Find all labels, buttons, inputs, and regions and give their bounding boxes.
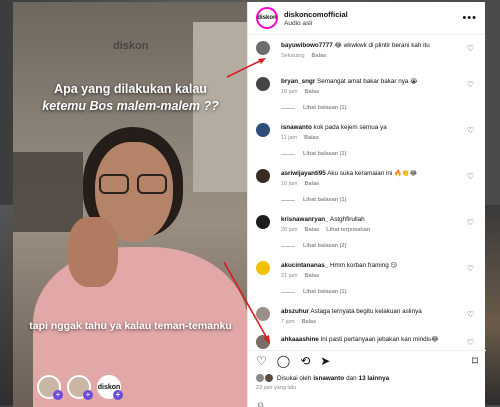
view-replies-link[interactable]: Lihat balasan (1) xyxy=(281,151,466,157)
audio-label[interactable]: Audio asli xyxy=(284,20,462,27)
collaborator-avatar-diskon[interactable]: diskon + xyxy=(97,375,123,400)
collaborator-avatar[interactable]: + xyxy=(37,375,63,400)
emoji-icon[interactable]: ☺ xyxy=(256,400,265,407)
video-watermark: diskon xyxy=(113,40,149,52)
collaborator-avatar[interactable]: + xyxy=(67,375,93,400)
commenter-avatar[interactable] xyxy=(256,307,270,321)
commenter-avatar[interactable] xyxy=(256,77,270,91)
heart-icon[interactable]: ♡ xyxy=(256,354,267,368)
view-replies-link[interactable]: Lihat balasan (1) xyxy=(281,289,466,295)
collaborator-avatars[interactable]: + + diskon + xyxy=(37,375,123,400)
reply-button[interactable]: Balas xyxy=(304,135,319,141)
comment-item: ahkaaashine Ini pasti pertanyaan jebakan… xyxy=(248,335,486,349)
comment-icon[interactable]: ◯ xyxy=(277,354,290,368)
comment-item: akucintananas_ Hmm korban framing 😏 21 j… xyxy=(248,261,486,295)
commenter-avatar[interactable] xyxy=(256,169,270,183)
commenter-avatar[interactable] xyxy=(256,41,270,55)
comment-item: bryan_sngr Semangat amat bakar bakar nya… xyxy=(248,77,486,111)
comment-item: abszuhur Astaga ternyata begitu kelakuan… xyxy=(248,307,486,325)
likes-summary[interactable]: Disukai oleh isnawanto dan 13 lainnya xyxy=(256,374,391,382)
more-options-icon[interactable]: ••• xyxy=(462,12,477,24)
background-left-strip xyxy=(0,205,14,405)
comment-item: isnawanto kok pada kejem semua ya 11 jam… xyxy=(248,123,486,157)
video-caption-line1: Apa yang dilakukan kalau xyxy=(54,82,207,96)
like-comment-icon[interactable]: ♡ xyxy=(467,310,474,319)
commenter-avatar[interactable] xyxy=(256,215,270,229)
other-likes-link[interactable]: 13 lainnya xyxy=(359,375,389,382)
share-icon[interactable]: ➤ xyxy=(320,354,330,368)
commenter-avatar[interactable] xyxy=(256,123,270,137)
like-comment-icon[interactable]: ♡ xyxy=(467,44,474,53)
like-comment-icon[interactable]: ♡ xyxy=(467,172,474,181)
post-action-bar: ♡ ◯ ⟲ ➤ ⌑ xyxy=(248,350,486,370)
comment-list: bayuwibowo7777 😂 wkwkwk di plintir beran… xyxy=(248,36,486,349)
liker-avatar xyxy=(265,374,273,382)
commenter-avatar[interactable] xyxy=(256,335,270,349)
view-replies-link[interactable]: Lihat balasan (1) xyxy=(281,105,466,111)
like-comment-icon[interactable]: ♡ xyxy=(467,218,474,227)
reply-button[interactable]: Balas xyxy=(305,227,320,233)
post-header: diskon diskoncomofficial Audio asli ••• xyxy=(248,2,485,35)
bookmark-icon[interactable]: ⌑ xyxy=(472,354,478,368)
account-avatar[interactable]: diskon xyxy=(256,7,278,29)
post-timestamp: 23 jam yang lalu xyxy=(256,385,297,391)
view-replies-link[interactable]: Lihat balasan (2) xyxy=(281,243,466,249)
reply-button[interactable]: Balas xyxy=(305,89,320,95)
reply-button[interactable]: Balas xyxy=(301,319,316,325)
like-comment-icon[interactable]: ♡ xyxy=(467,338,474,347)
reel-video[interactable]: diskon Apa yang dilakukan kalau ketemu B… xyxy=(13,2,248,407)
like-comment-icon[interactable]: ♡ xyxy=(467,126,474,135)
reply-button[interactable]: Balas xyxy=(312,53,327,59)
see-translation-link[interactable]: Lihat terjemahan xyxy=(326,227,370,233)
liker-avatar xyxy=(256,374,264,382)
comment-item: asriwijayanti95 Aku suka keramaian ini 🔥… xyxy=(248,169,486,203)
comments-panel: diskon diskoncomofficial Audio asli ••• … xyxy=(247,2,486,407)
view-replies-link[interactable]: Lihat balasan (1) xyxy=(281,197,466,203)
video-caption-bottom: tapi nggak tahu ya kalau teman-temanku xyxy=(29,320,232,332)
video-caption-line2: ketemu Bos malem-malem ?? xyxy=(42,99,219,113)
like-comment-icon[interactable]: ♡ xyxy=(467,80,474,89)
comment-item: bayuwibowo7777 😂 wkwkwk di plintir beran… xyxy=(248,41,486,59)
reply-button[interactable]: Balas xyxy=(305,181,320,187)
commenter-avatar[interactable] xyxy=(256,261,270,275)
account-username[interactable]: diskoncomofficial xyxy=(284,10,462,19)
like-comment-icon[interactable]: ♡ xyxy=(467,264,474,273)
repost-icon[interactable]: ⟲ xyxy=(300,354,310,368)
reply-button[interactable]: Balas xyxy=(305,273,320,279)
liker-username[interactable]: isnawanto xyxy=(313,375,344,382)
comment-item: krisnawanryan_ Astghfirullah 20 jam Balas… xyxy=(248,215,486,249)
